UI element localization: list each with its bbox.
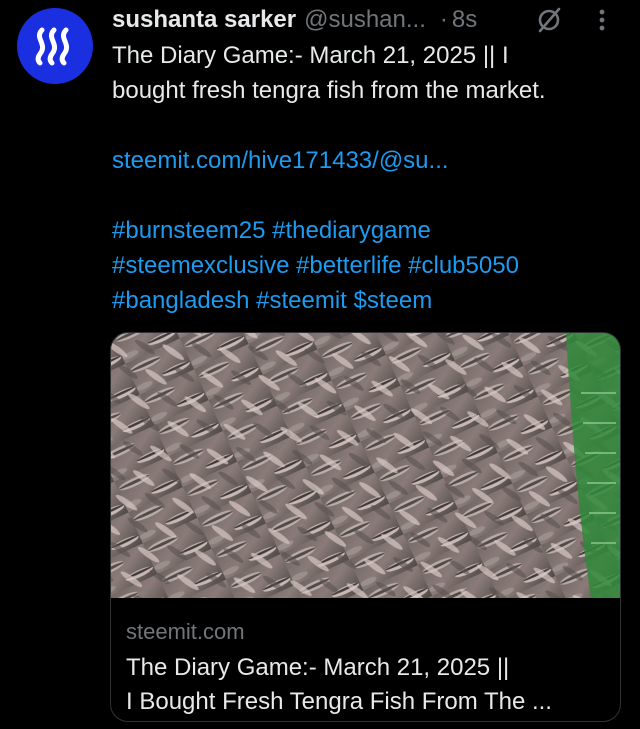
hashtag-line[interactable]: #bangladesh #steemit $steem	[112, 283, 628, 318]
tweet-link[interactable]: steemit.com/hive171433/@su...	[112, 143, 628, 178]
hashtag-line[interactable]: #steemexclusive #betterlife #club5050	[112, 248, 628, 283]
grok-icon[interactable]	[535, 6, 563, 34]
user-handle[interactable]: @sushan...	[304, 6, 426, 34]
card-title-line: I Bought Fresh Tengra Fish From The ...	[126, 688, 552, 715]
more-vertical-icon[interactable]	[590, 6, 614, 34]
avatar[interactable]	[17, 8, 93, 84]
card-domain: steemit.com	[126, 619, 245, 644]
hashtag-line[interactable]: #burnsteem25 #thediarygame	[112, 213, 628, 248]
card-title: The Diary Game:- March 21, 2025 || I Bou…	[126, 651, 611, 719]
card-image[interactable]	[111, 333, 620, 598]
steem-logo-icon	[35, 27, 70, 66]
tweet-text: The Diary Game:- March 21, 2025 || I bou…	[112, 38, 628, 318]
card-title-line: The Diary Game:- March 21, 2025 ||	[126, 654, 510, 681]
tweet-text-line: The Diary Game:- March 21, 2025 || I	[112, 42, 509, 69]
link-preview-card[interactable]: steemit.com The Diary Game:- March 21, 2…	[110, 332, 621, 722]
meta-separator: ·	[439, 6, 448, 33]
display-name[interactable]: sushanta sarker	[112, 6, 296, 34]
timestamp[interactable]: 8s	[452, 6, 477, 34]
tweet-text-line: bought fresh tengra fish from the market…	[112, 77, 546, 104]
